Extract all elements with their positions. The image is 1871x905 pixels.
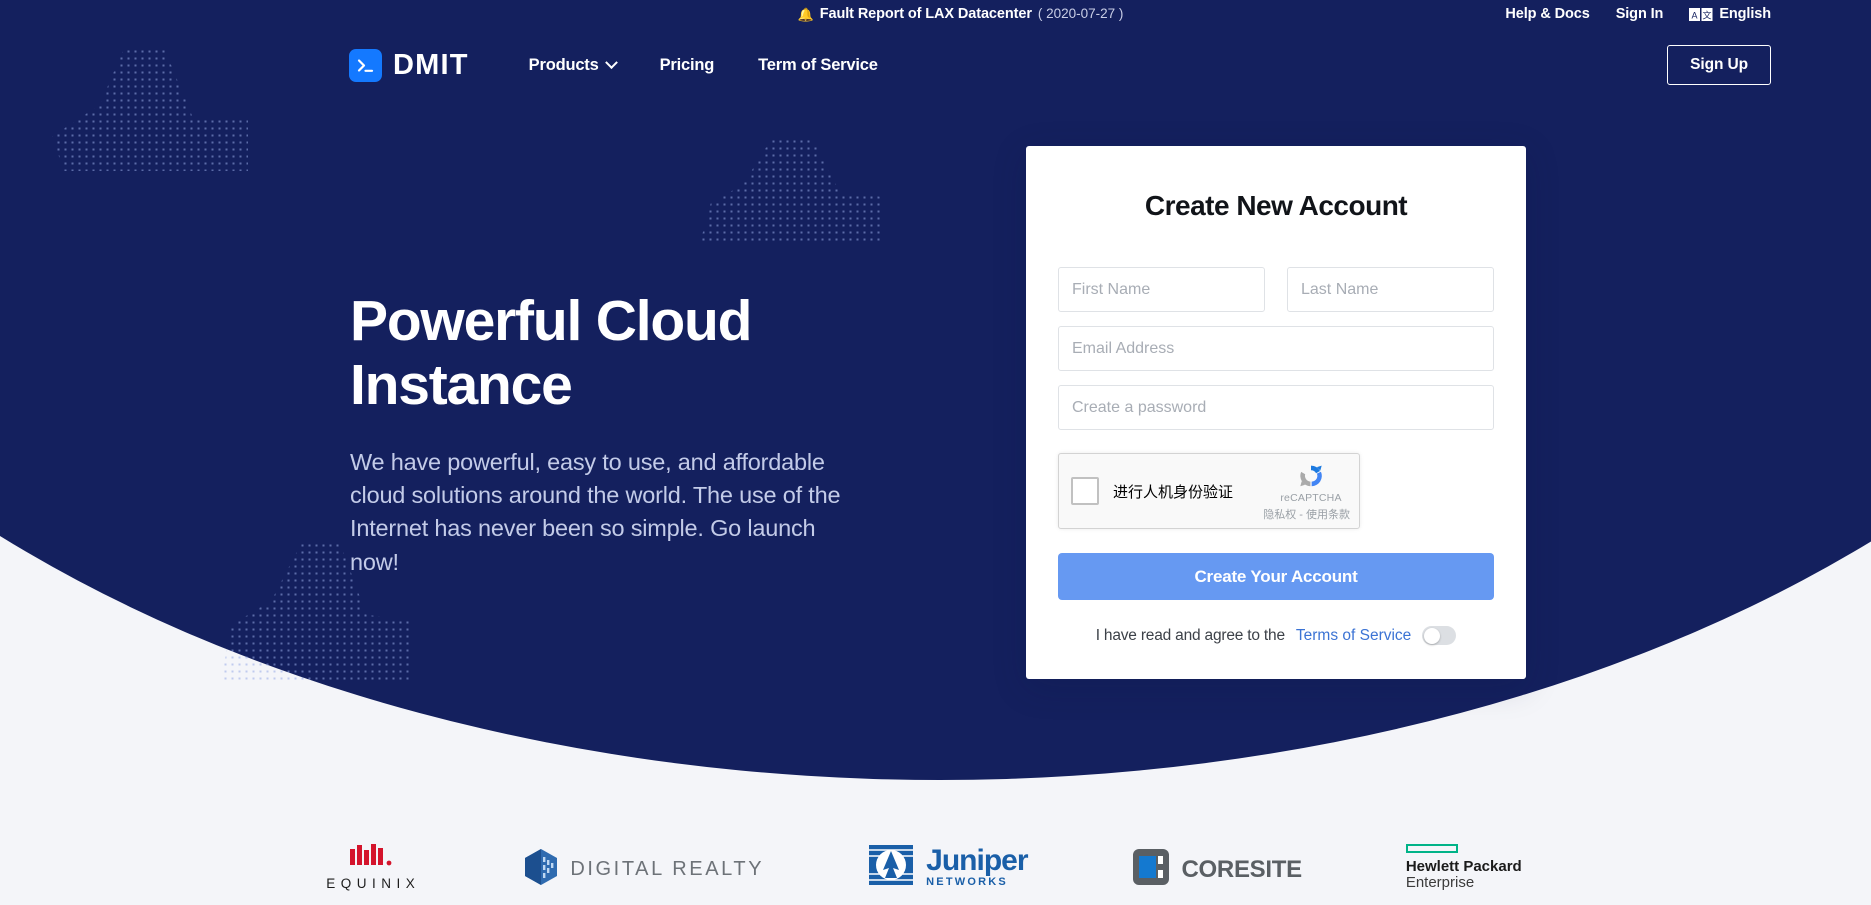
digital-realty-icon bbox=[524, 848, 558, 891]
equinix-wordmark: EQUINIX bbox=[321, 876, 420, 891]
recaptcha-label: 进行人机身份验证 bbox=[1113, 481, 1233, 502]
alert-date: ( 2020-07-27 ) bbox=[1038, 6, 1124, 21]
alert-title: Fault Report of LAX Datacenter bbox=[820, 6, 1032, 22]
brand-name: DMIT bbox=[393, 49, 469, 82]
hero-background-curve bbox=[0, 0, 1871, 780]
nav-links: Products Pricing Term of Service bbox=[529, 56, 878, 75]
language-label: English bbox=[1719, 6, 1771, 22]
hero-title-line2: Instance bbox=[350, 353, 572, 417]
language-switcher[interactable]: A 文 English bbox=[1689, 6, 1771, 22]
recaptcha-terms-text: 隐私权 - 使用条款 bbox=[1263, 506, 1350, 522]
name-field-row bbox=[1058, 267, 1494, 312]
terms-of-service-link[interactable]: Terms of Service bbox=[1296, 627, 1411, 645]
partner-logo-equinix[interactable]: EQUINIX bbox=[321, 843, 420, 891]
main-navigation: DMIT Products Pricing Term of Service Si… bbox=[0, 36, 1871, 94]
partner-logo-coresite[interactable]: CORESITE bbox=[1132, 848, 1302, 891]
alert-bar-links: Help & Docs Sign In A 文 English bbox=[1505, 0, 1771, 28]
nav-item-pricing[interactable]: Pricing bbox=[660, 56, 715, 75]
juniper-wordmark: Juniper bbox=[926, 847, 1027, 876]
hero-subtitle: We have powerful, easy to use, and affor… bbox=[350, 446, 870, 579]
terminal-prompt-icon bbox=[349, 49, 382, 82]
hpe-sub-wordmark: Enterprise bbox=[1406, 875, 1474, 892]
card-title: Create New Account bbox=[1058, 190, 1494, 222]
partner-logos: EQUINIX bbox=[0, 843, 1871, 891]
hero-title: Powerful Cloud Instance bbox=[350, 290, 870, 418]
terms-agreement-text: I have read and agree to the bbox=[1096, 627, 1285, 645]
juniper-icon bbox=[868, 844, 914, 891]
coresite-icon bbox=[1132, 848, 1170, 891]
terms-agreement-row: I have read and agree to the Terms of Se… bbox=[1058, 626, 1494, 645]
recaptcha-checkbox[interactable] bbox=[1071, 477, 1099, 505]
recaptcha-widget[interactable]: 进行人机身份验证 reCAPTCHA 隐私权 - 使用条款 bbox=[1058, 453, 1360, 529]
partner-logo-digital-realty[interactable]: DIGITAL REALTY bbox=[524, 848, 764, 891]
create-account-card: Create New Account 进行人机身份验证 bbox=[1026, 146, 1526, 679]
chevron-down-icon bbox=[605, 56, 618, 69]
equinix-icon bbox=[348, 843, 394, 872]
alert-bar: 🔔 Fault Report of LAX Datacenter ( 2020-… bbox=[0, 0, 1871, 28]
last-name-input[interactable] bbox=[1287, 267, 1494, 312]
recaptcha-branding: reCAPTCHA bbox=[1272, 461, 1350, 504]
coresite-wordmark: CORESITE bbox=[1182, 856, 1302, 884]
password-input[interactable] bbox=[1058, 385, 1494, 430]
first-name-input[interactable] bbox=[1058, 267, 1265, 312]
hpe-icon bbox=[1406, 844, 1458, 853]
svg-text:A: A bbox=[1692, 10, 1698, 20]
bell-icon: 🔔 bbox=[798, 8, 814, 21]
recaptcha-icon bbox=[1272, 461, 1350, 491]
nav-item-products[interactable]: Products bbox=[529, 56, 616, 75]
recaptcha-brand-text: reCAPTCHA bbox=[1272, 492, 1350, 504]
sign-up-button[interactable]: Sign Up bbox=[1667, 45, 1771, 85]
partner-logo-hpe[interactable]: Hewlett Packard Enterprise bbox=[1406, 844, 1522, 891]
partner-logo-juniper-networks[interactable]: Juniper NETWORKS bbox=[868, 844, 1027, 891]
fault-report-notice[interactable]: 🔔 Fault Report of LAX Datacenter ( 2020-… bbox=[380, 6, 1541, 22]
create-account-button[interactable]: Create Your Account bbox=[1058, 553, 1494, 600]
help-and-docs-link[interactable]: Help & Docs bbox=[1505, 6, 1589, 22]
sign-in-link[interactable]: Sign In bbox=[1616, 6, 1664, 22]
nav-item-term-of-service[interactable]: Term of Service bbox=[758, 56, 878, 75]
hero-section: Powerful Cloud Instance We have powerful… bbox=[350, 290, 870, 579]
terms-agreement-toggle[interactable] bbox=[1422, 626, 1456, 645]
hero-title-line1: Powerful Cloud bbox=[350, 289, 751, 353]
digital-realty-wordmark: DIGITAL REALTY bbox=[570, 858, 764, 881]
email-input[interactable] bbox=[1058, 326, 1494, 371]
hpe-wordmark: Hewlett Packard bbox=[1406, 859, 1522, 875]
toggle-knob bbox=[1424, 628, 1440, 644]
nav-item-products-label: Products bbox=[529, 56, 599, 75]
brand-logo[interactable]: DMIT bbox=[349, 49, 469, 82]
translate-icon: A 文 bbox=[1689, 8, 1713, 21]
page-root: 🔔 Fault Report of LAX Datacenter ( 2020-… bbox=[0, 0, 1871, 905]
svg-text:文: 文 bbox=[1703, 9, 1712, 21]
juniper-sub-wordmark: NETWORKS bbox=[926, 876, 1027, 888]
